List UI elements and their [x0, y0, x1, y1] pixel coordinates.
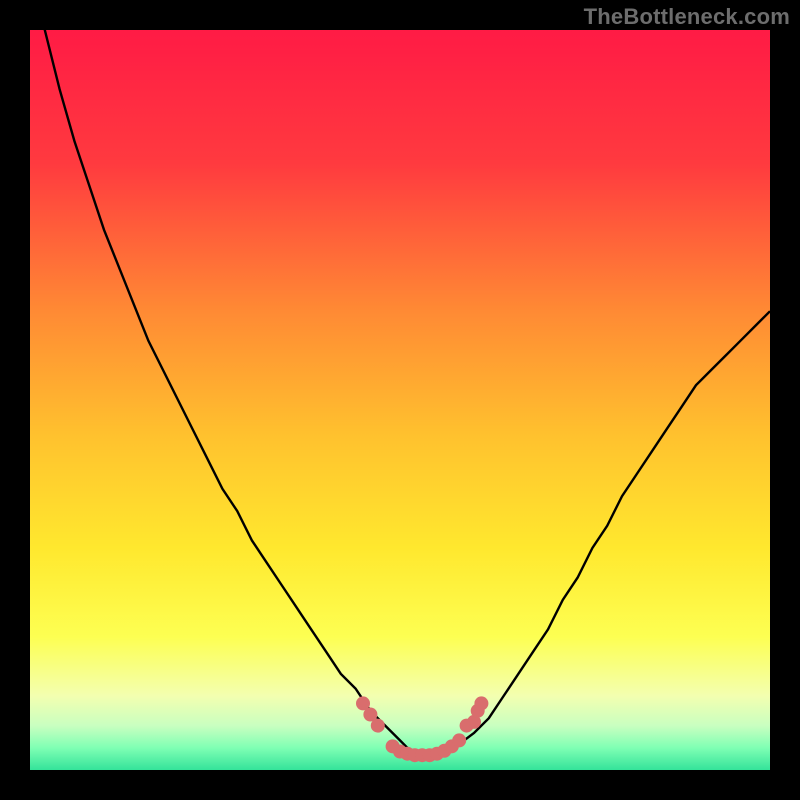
- chart-frame: TheBottleneck.com: [0, 0, 800, 800]
- gradient-background: [30, 30, 770, 770]
- curve-marker: [371, 719, 385, 733]
- curve-marker: [452, 733, 466, 747]
- curve-marker: [474, 696, 488, 710]
- watermark-text: TheBottleneck.com: [584, 4, 790, 30]
- bottleneck-chart: [30, 30, 770, 770]
